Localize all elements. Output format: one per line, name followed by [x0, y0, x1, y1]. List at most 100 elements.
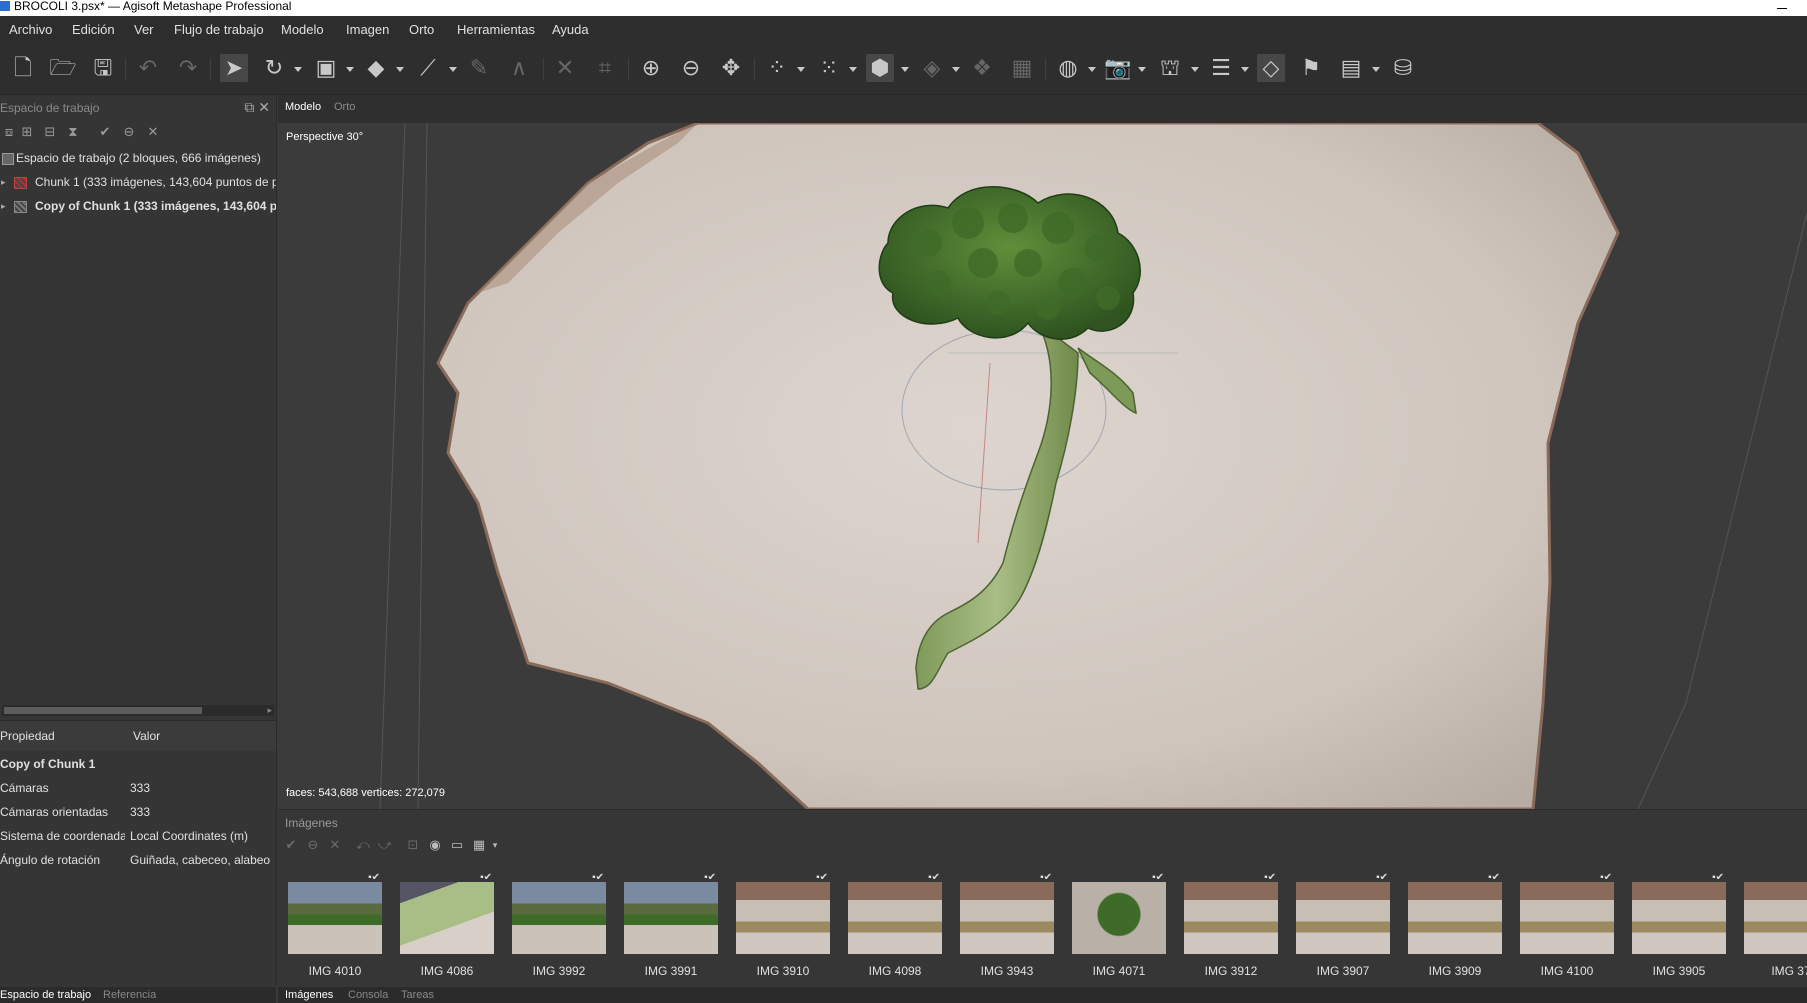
tab-modelo[interactable]: Modelo [285, 101, 321, 113]
binoculars-icon[interactable]: ⊡ [404, 836, 422, 854]
draw-polyline-icon[interactable]: ✎ [465, 54, 493, 82]
image-thumbnail[interactable]: ▪✔ IMG 4100 [1518, 872, 1616, 982]
camera-icon[interactable]: 📷 [1104, 54, 1132, 82]
tree-chunk-2[interactable]: ▸ Copy of Chunk 1 (333 imágenes, 143,604… [0, 195, 276, 217]
value-column-header[interactable]: Valor [133, 729, 160, 743]
menu-imagen[interactable]: Imagen [346, 22, 389, 37]
image-thumbnail[interactable]: ▪✔ IMG 3905 [1630, 872, 1728, 982]
stereo-layers-icon[interactable]: ⛁ [1389, 54, 1417, 82]
new-document-icon[interactable]: 🗋 [9, 54, 37, 82]
scroll-right-icon[interactable]: ▸ [267, 705, 272, 716]
close-panel-icon[interactable]: ✕ [258, 99, 270, 115]
horizontal-scrollbar[interactable]: ▸ [2, 705, 274, 716]
add-markers-icon[interactable]: ⧗ [64, 123, 82, 141]
grid-options-caret-icon[interactable]: ▾ [486, 836, 504, 854]
camera-view-icon[interactable]: ▭ [448, 836, 466, 854]
add-chunk-icon[interactable]: ⧈ [0, 123, 18, 141]
image-thumbnail[interactable]: ▪✔IMG 37 [1742, 872, 1807, 982]
ruler-icon[interactable]: ⟋ [414, 54, 442, 82]
property-row[interactable]: Ángulo de rotación Guiñada, cabeceo, ala… [0, 850, 276, 871]
image-thumbnail[interactable]: ▪✔ IMG 4086 [398, 872, 496, 982]
disable-icon[interactable]: ⊖ [120, 123, 138, 141]
rotate-right-icon[interactable]: ⤻ [376, 836, 394, 854]
tab-imagenes[interactable]: Imágenes [285, 989, 333, 1001]
image-thumbnail[interactable]: ▪✔ IMG 3910 [734, 872, 832, 982]
navigation-pointer-icon[interactable]: ➤ [220, 54, 248, 82]
thumbnail-caption: IMG 4071 [1092, 964, 1146, 978]
enable-icon[interactable]: ✔ [96, 123, 114, 141]
shapes-icon[interactable]: ▤ [1337, 54, 1365, 82]
tiled-model-icon[interactable]: ◈ [918, 54, 946, 82]
tab-reference[interactable]: Referencia [103, 989, 156, 1001]
model-viewport[interactable]: Perspective 30° faces: 543,688 vertices:… [278, 123, 1807, 809]
globe-icon[interactable]: ◍ [1054, 54, 1082, 82]
menu-ayuda[interactable]: Ayuda [552, 22, 589, 37]
add-photos-icon[interactable]: ⊞ [18, 123, 36, 141]
image-thumbnail[interactable]: ▪✔ IMG 3991 [622, 872, 720, 982]
rotate-left-icon[interactable]: ⤺ [354, 836, 372, 854]
dem-icon[interactable]: ❖ [968, 54, 996, 82]
tree-chunk-1[interactable]: ▸ Chunk 1 (333 imágenes, 143,604 puntos … [0, 171, 276, 193]
show-info-icon[interactable]: ☰ [1207, 54, 1235, 82]
image-thumbnail[interactable]: ▪✔ IMG 3912 [1182, 872, 1280, 982]
thumbnail-strip: ▪✔ IMG 4010 ▪✔ IMG 4086 ▪✔ IMG 3992 ▪✔ IMG 3991… [286, 872, 1807, 982]
remove-camera-icon[interactable]: ✕ [326, 836, 344, 854]
zoom-in-icon[interactable]: ⊕ [637, 54, 665, 82]
thumbnail-caption: IMG 3992 [532, 964, 586, 978]
float-panel-icon[interactable]: ⧉ [244, 99, 254, 115]
show-cameras-icon[interactable]: ⛫ [1156, 54, 1184, 82]
menu-orto[interactable]: Orto [409, 22, 434, 37]
image-thumbnail[interactable]: ▪✔ IMG 4071 [1070, 872, 1168, 982]
delete-selection-icon[interactable]: ✕ [551, 54, 579, 82]
draw-polygon-icon[interactable]: ∧ [505, 54, 533, 82]
tab-workspace[interactable]: Espacio de trabajo [0, 989, 91, 1001]
image-thumbnail[interactable]: ▪✔ IMG 3909 [1406, 872, 1504, 982]
property-column-header[interactable]: Propiedad [0, 729, 55, 743]
disable-camera-icon[interactable]: ⊖ [304, 836, 322, 854]
move-region-icon[interactable]: ◆ [362, 54, 390, 82]
markers-flag-icon[interactable]: ⚑ [1297, 54, 1325, 82]
zoom-out-icon[interactable]: ⊖ [677, 54, 705, 82]
menu-modelo[interactable]: Modelo [281, 22, 324, 37]
scrollbar-thumb[interactable] [4, 707, 202, 714]
tab-tareas[interactable]: Tareas [401, 989, 434, 1001]
remove-icon[interactable]: ✕ [144, 123, 162, 141]
point-cloud-icon[interactable]: ⁘ [763, 54, 791, 82]
add-folder-icon[interactable]: ⊟ [41, 123, 59, 141]
rotate-object-icon[interactable]: ↻ [260, 54, 288, 82]
expand-icon[interactable]: ▸ [1, 171, 6, 193]
menu-archivo[interactable]: Archivo [9, 22, 52, 37]
tab-consola[interactable]: Consola [348, 989, 388, 1001]
undo-icon[interactable]: ↶ [134, 54, 162, 82]
property-row[interactable]: Sistema de coordenadas Local Coordinates… [0, 826, 276, 847]
orthomosaic-icon[interactable]: ▦ [1008, 54, 1036, 82]
menu-herramientas[interactable]: Herramientas [457, 22, 535, 37]
region-edge-line [1685, 212, 1807, 704]
image-thumbnail[interactable]: ▪✔ IMG 4010 [286, 872, 384, 982]
property-row[interactable]: Cámaras 333 [0, 778, 276, 799]
rectangle-selection-icon[interactable]: ▣ [312, 54, 340, 82]
menu-edicion[interactable]: Edición [72, 22, 115, 37]
model-textured-icon[interactable]: ⬢ [866, 54, 894, 82]
dense-cloud-icon[interactable]: ⁙ [815, 54, 843, 82]
minimize-icon[interactable] [1777, 0, 1787, 9]
open-folder-icon[interactable]: 🗁 [49, 54, 77, 82]
tab-orto[interactable]: Orto [334, 101, 355, 113]
expand-icon[interactable]: ▸ [1, 195, 6, 217]
image-thumbnail[interactable]: ▪✔ IMG 3992 [510, 872, 608, 982]
reset-view-icon[interactable]: ✥ [717, 54, 745, 82]
workspace-root-label: Espacio de trabajo (2 bloques, 666 imáge… [16, 151, 261, 165]
crop-selection-icon[interactable]: ⌗ [591, 54, 619, 82]
save-icon[interactable]: 🖫 [89, 54, 117, 82]
redo-icon[interactable]: ↷ [174, 54, 202, 82]
enable-camera-icon[interactable]: ✔ [282, 836, 300, 854]
image-thumbnail[interactable]: ▪✔ IMG 3907 [1294, 872, 1392, 982]
menu-flujo-trabajo[interactable]: Flujo de trabajo [174, 22, 264, 37]
mask-icon[interactable]: ◉ [426, 836, 444, 854]
image-thumbnail[interactable]: ▪✔ IMG 3943 [958, 872, 1056, 982]
image-thumbnail[interactable]: ▪✔ IMG 4098 [846, 872, 944, 982]
show-region-icon[interactable]: ◇ [1257, 54, 1285, 82]
property-row[interactable]: Cámaras orientadas 333 [0, 802, 276, 823]
menu-ver[interactable]: Ver [134, 22, 154, 37]
workspace-root[interactable]: Espacio de trabajo (2 bloques, 666 imáge… [0, 147, 276, 169]
